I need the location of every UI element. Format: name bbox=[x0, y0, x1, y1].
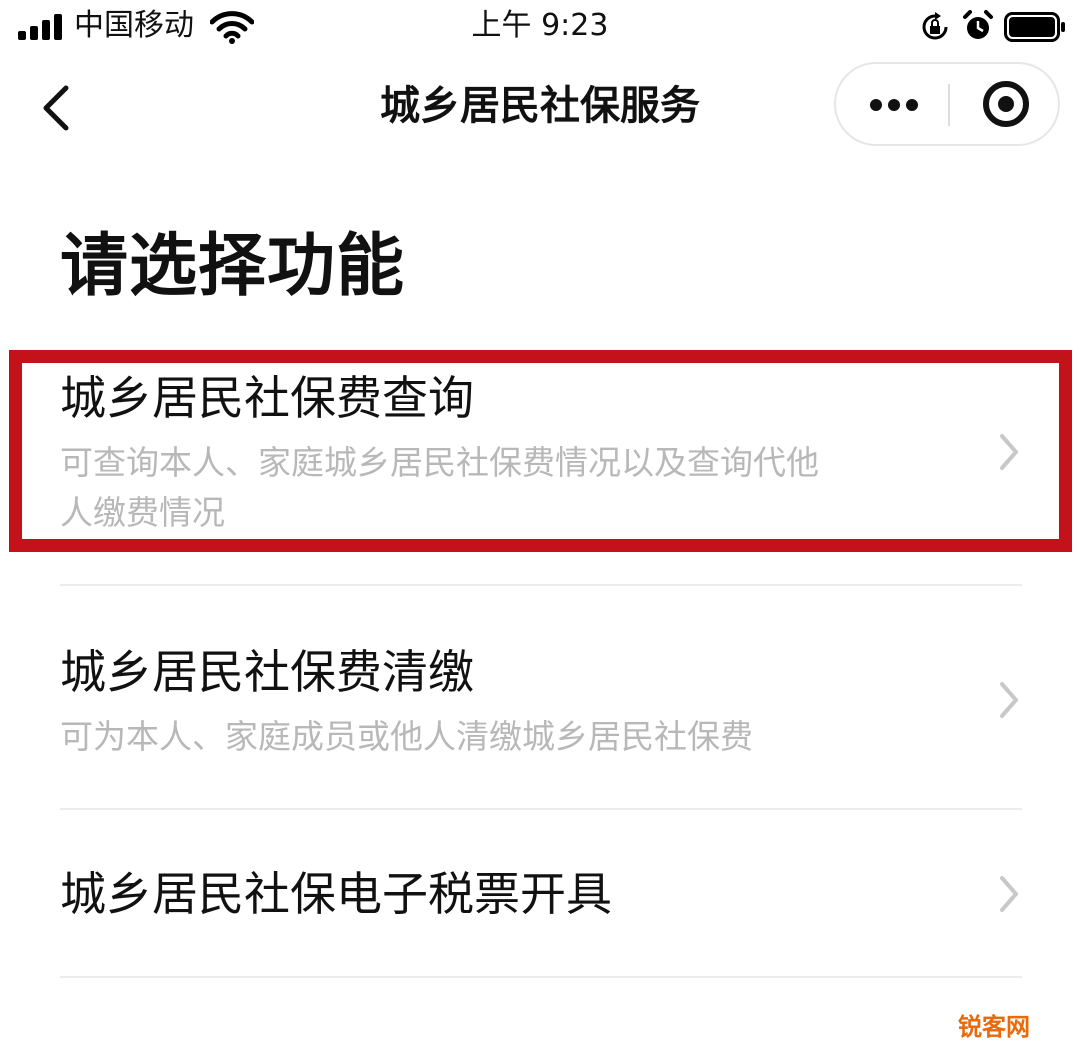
close-mini-program-icon[interactable] bbox=[950, 64, 1060, 144]
clock-time: 上午 9:23 bbox=[471, 8, 609, 43]
section-heading: 请选择功能 bbox=[60, 227, 406, 306]
option-e-tax-receipt[interactable]: 城乡居民社保电子税票开具 bbox=[0, 830, 1080, 970]
mini-program-page: 中国移动 上午 9:23 城乡居民社保服务 请选择功能 城乡居民社保费查询 可查… bbox=[0, 0, 1080, 1060]
chevron-right-icon bbox=[1000, 876, 1018, 912]
option-fee-payment[interactable]: 城乡居民社保费清缴 可为本人、家庭成员或他人清缴城乡居民社保费 bbox=[0, 630, 1080, 800]
mini-program-capsule bbox=[834, 62, 1060, 146]
option-description-line: 可为本人、家庭成员或他人清缴城乡居民社保费 bbox=[60, 717, 753, 756]
battery-icon bbox=[1004, 12, 1065, 42]
status-bar: 中国移动 上午 9:23 bbox=[0, 0, 1080, 56]
rotation-lock-icon bbox=[922, 12, 948, 40]
watermark-logo: 锐客网 bbox=[958, 1013, 1030, 1041]
option-title: 城乡居民社保电子税票开具 bbox=[60, 867, 612, 921]
navigation-bar: 城乡居民社保服务 bbox=[0, 56, 1080, 156]
chevron-right-icon bbox=[1000, 682, 1018, 718]
list-divider bbox=[60, 976, 1022, 978]
more-options-icon[interactable] bbox=[836, 64, 948, 144]
list-divider bbox=[60, 584, 1022, 586]
option-title: 城乡居民社保费清缴 bbox=[60, 645, 474, 699]
list-divider bbox=[60, 808, 1022, 810]
alarm-clock-icon bbox=[963, 10, 993, 39]
highlight-frame bbox=[9, 350, 1072, 552]
